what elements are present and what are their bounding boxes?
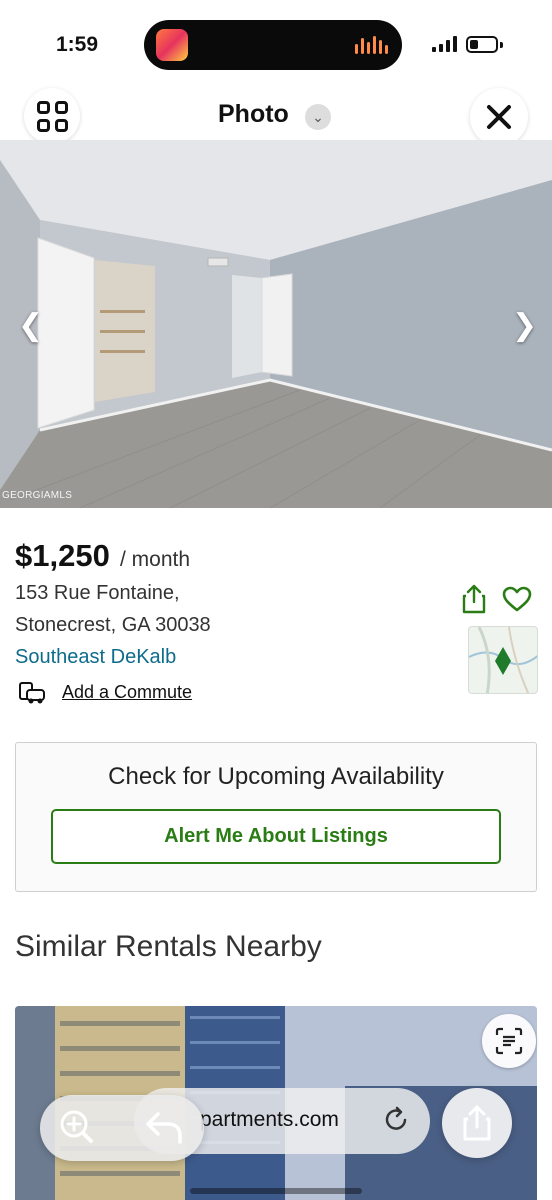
map-pin-icon (469, 627, 537, 693)
reload-icon[interactable] (384, 1106, 410, 1134)
status-time: 1:59 (56, 33, 99, 56)
availability-title: Check for Upcoming Availability (108, 763, 444, 790)
car-commute-icon (19, 682, 45, 704)
chevron-down-icon[interactable]: ⌄ (305, 104, 331, 130)
music-app-icon (156, 29, 188, 61)
availability-card: Check for Upcoming Availability Alert Me… (15, 742, 537, 892)
grid-icon (36, 100, 68, 132)
battery-level (470, 40, 478, 49)
close-button[interactable] (470, 88, 528, 146)
audio-wave-icon (355, 36, 388, 54)
mls-watermark: GEORGIAMLS (2, 490, 73, 501)
text-scan-icon (495, 1027, 523, 1055)
battery-icon (466, 36, 498, 53)
photo-header: Photo ⌄ (0, 88, 552, 146)
next-photo-button[interactable]: ❯ (512, 308, 537, 343)
back-icon[interactable] (144, 1110, 184, 1146)
address-line-2: Stonecrest, GA 30038 (15, 614, 211, 636)
grid-view-button[interactable] (24, 88, 80, 144)
close-icon (487, 105, 511, 129)
url-text[interactable]: partments.com (200, 1108, 339, 1132)
add-commute-link[interactable]: Add a Commute (62, 682, 192, 703)
dynamic-island[interactable] (144, 20, 402, 70)
cellular-signal-icon (432, 36, 457, 52)
battery-cap (500, 42, 503, 48)
similar-rentals-heading: Similar Rentals Nearby (15, 930, 322, 963)
share-listing-icon[interactable] (462, 584, 486, 614)
room-image (0, 140, 552, 508)
neighborhood-link[interactable]: Southeast DeKalb (15, 646, 176, 669)
share-icon (463, 1105, 491, 1141)
visual-lookup-button[interactable] (482, 1014, 536, 1068)
map-thumbnail[interactable] (468, 626, 538, 694)
home-indicator[interactable] (190, 1188, 362, 1194)
browser-share-button[interactable] (442, 1088, 512, 1158)
price-period: / month (120, 548, 191, 571)
zoom-in-icon[interactable] (58, 1108, 102, 1148)
status-bar: 1:59 (0, 0, 552, 88)
favorite-heart-icon[interactable] (502, 586, 532, 612)
listing-photo[interactable] (0, 140, 552, 508)
previous-photo-button[interactable]: ❮ (18, 308, 43, 343)
photo-title[interactable]: Photo (218, 100, 289, 129)
listing-price: $1,250 (15, 538, 110, 573)
alert-me-button[interactable]: Alert Me About Listings (51, 809, 501, 864)
address-line-1: 153 Rue Fontaine, (15, 582, 180, 604)
